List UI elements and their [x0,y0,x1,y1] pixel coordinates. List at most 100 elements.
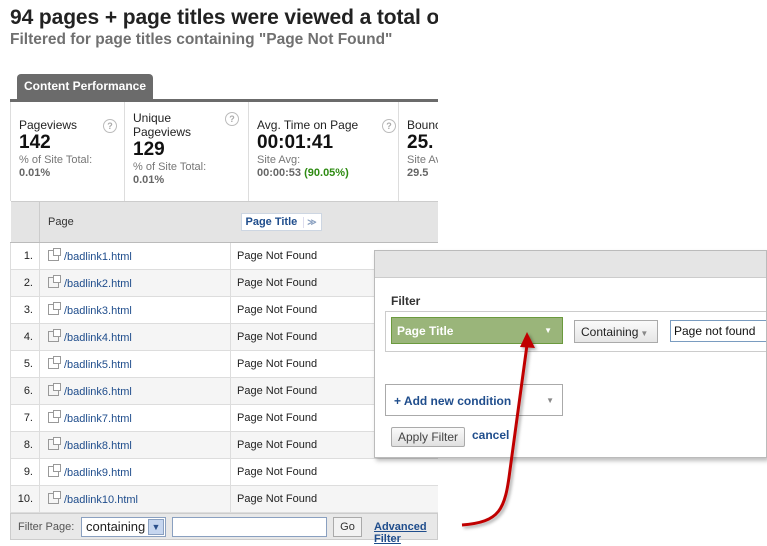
page-link[interactable]: /badlink6.html [64,386,132,398]
external-link-icon[interactable] [48,274,61,288]
chevron-down-icon: ▼ [546,396,554,405]
advanced-filter-dialog: Filter Page Title ▼ Containing ▼ Page not … [374,250,767,458]
page-link[interactable]: /badlink1.html [64,251,132,263]
page-link[interactable]: /badlink2.html [64,278,132,290]
page-cell: /badlink6.html [39,377,231,405]
metric-value: 00:01:41 [257,132,334,153]
filter-label: Filter Page: [18,521,75,533]
row-index: 6. [10,377,40,405]
table-header-row: Page Page Title ≫ [10,201,438,243]
row-index: 7. [10,404,40,432]
help-icon[interactable]: ? [225,112,239,126]
metrics-scorecard: Pageviews 142 % of Site Total: 0.01% ? U… [10,102,438,201]
cancel-link[interactable]: cancel [472,428,509,442]
metric-sub-label: Site Avg: [407,154,438,166]
row-index: 2. [10,269,40,297]
column-page-label: Page [48,216,74,228]
filter-subtitle: Filtered for page titles containing "Pag… [10,31,393,48]
match-type-value: Containing [581,325,639,339]
page-cell: /badlink8.html [39,431,231,459]
external-link-icon[interactable] [48,490,61,504]
page-cell: /badlink4.html [39,323,231,351]
metric-pageviews: Pageviews 142 % of Site Total: 0.01% ? [11,102,125,201]
metric-sub-label: % of Site Total: [133,161,207,173]
page-link[interactable]: /badlink5.html [64,359,132,371]
metric-value: 129 [133,139,165,160]
metric-value: 25. [407,132,434,153]
filter-mode-value: containing [86,519,146,534]
page-link[interactable]: /badlink8.html [64,440,132,452]
header-index [10,201,40,243]
page-link[interactable]: /badlink3.html [64,305,132,317]
row-index: 3. [10,296,40,324]
dimension-select[interactable]: Page Title ▼ [391,317,563,344]
metric-bounce-rate: Bounce Rate 25. Site Avg: 29.5 [399,102,438,201]
metric-sub-value: 0.01% [133,174,165,186]
delta-percent: (90.05%) [304,167,349,179]
chevron-down-icon: ▼ [148,519,164,535]
header-page-title: Page Title ≫ [230,201,438,243]
filter-bar: Filter Page: containing ▼ Go Advanced Fil… [10,513,438,545]
secondary-dimension-select[interactable]: Page Title ≫ [240,213,322,231]
page-cell: /badlink7.html [39,404,231,432]
metric-value: 142 [19,132,51,153]
page-cell: /badlink2.html [39,269,231,297]
match-type-select[interactable]: Containing ▼ [574,320,658,343]
page-cell: /badlink5.html [39,350,231,378]
page-link[interactable]: /badlink7.html [64,413,132,425]
go-button[interactable]: Go [333,517,362,537]
external-link-icon[interactable] [48,382,61,396]
help-icon[interactable]: ? [382,119,396,133]
row-index: 1. [10,242,40,270]
table-row: 9. /badlink9.html Page Not Found [10,458,438,486]
external-link-icon[interactable] [48,409,61,423]
external-link-icon[interactable] [48,355,61,369]
metric-unique-pageviews: Unique Pageviews 129 % of Site Total: 0.… [125,102,249,201]
row-index: 10. [10,485,40,513]
row-index: 8. [10,431,40,459]
page-cell: /badlink9.html [39,458,231,486]
chevron-down-icon: ▼ [544,326,552,335]
row-index: 9. [10,458,40,486]
page-cell: /badlink10.html [39,485,231,513]
page-cell: /badlink1.html [39,242,231,270]
dialog-header [375,251,766,278]
filter-value-input[interactable]: Page not found [670,320,766,342]
header-page: Page [39,201,231,243]
page-title-cell: Page Not Found [230,458,438,486]
add-condition-label: + Add new condition [394,394,512,408]
page-link[interactable]: /badlink4.html [64,332,132,344]
filter-mode-select[interactable]: containing ▼ [81,517,166,537]
page-link[interactable]: /badlink10.html [64,494,138,506]
chevron-down-icon: ▼ [640,329,649,338]
external-link-icon[interactable] [48,436,61,450]
row-index: 4. [10,323,40,351]
external-link-icon[interactable] [48,247,61,261]
dimension-value: Page Title [397,324,454,338]
page-link[interactable]: /badlink9.html [64,467,132,479]
metric-sub-label: % of Site Total: [19,154,93,166]
advanced-filter-link[interactable]: Advanced Filter [374,521,437,545]
metric-sub-value: 0.01% [19,167,51,179]
add-condition-button[interactable]: + Add new condition ▼ [385,384,563,416]
site-avg-value: 00:00:53 [257,167,302,179]
filter-condition-row: Page Title ▼ Containing ▼ Page not found [385,311,766,352]
apply-filter-button[interactable]: Apply Filter [391,427,465,447]
metric-label: Unique Pageviews [133,111,192,139]
metric-sub-label: Site Avg: [257,154,301,166]
chevron-down-icon: ≫ [303,217,317,228]
external-link-icon[interactable] [48,463,61,477]
row-index: 5. [10,350,40,378]
filter-input[interactable] [172,517,327,537]
page-cell: /badlink3.html [39,296,231,324]
page-headline: 94 pages + page titles were viewed a tot… [10,6,438,29]
external-link-icon[interactable] [48,328,61,342]
table-row: 10. /badlink10.html Page Not Found [10,485,438,513]
metric-sub-value: 00:00:53 (90.05%) [257,167,398,180]
external-link-icon[interactable] [48,301,61,315]
column-page-title-label: Page Title [245,216,298,228]
tab-content-performance[interactable]: Content Performance [17,74,154,100]
metric-avg-time-on-page: Avg. Time on Page 00:01:41 Site Avg: 00:… [249,102,399,201]
help-icon[interactable]: ? [103,119,117,133]
page-title-cell: Page Not Found [230,485,438,513]
